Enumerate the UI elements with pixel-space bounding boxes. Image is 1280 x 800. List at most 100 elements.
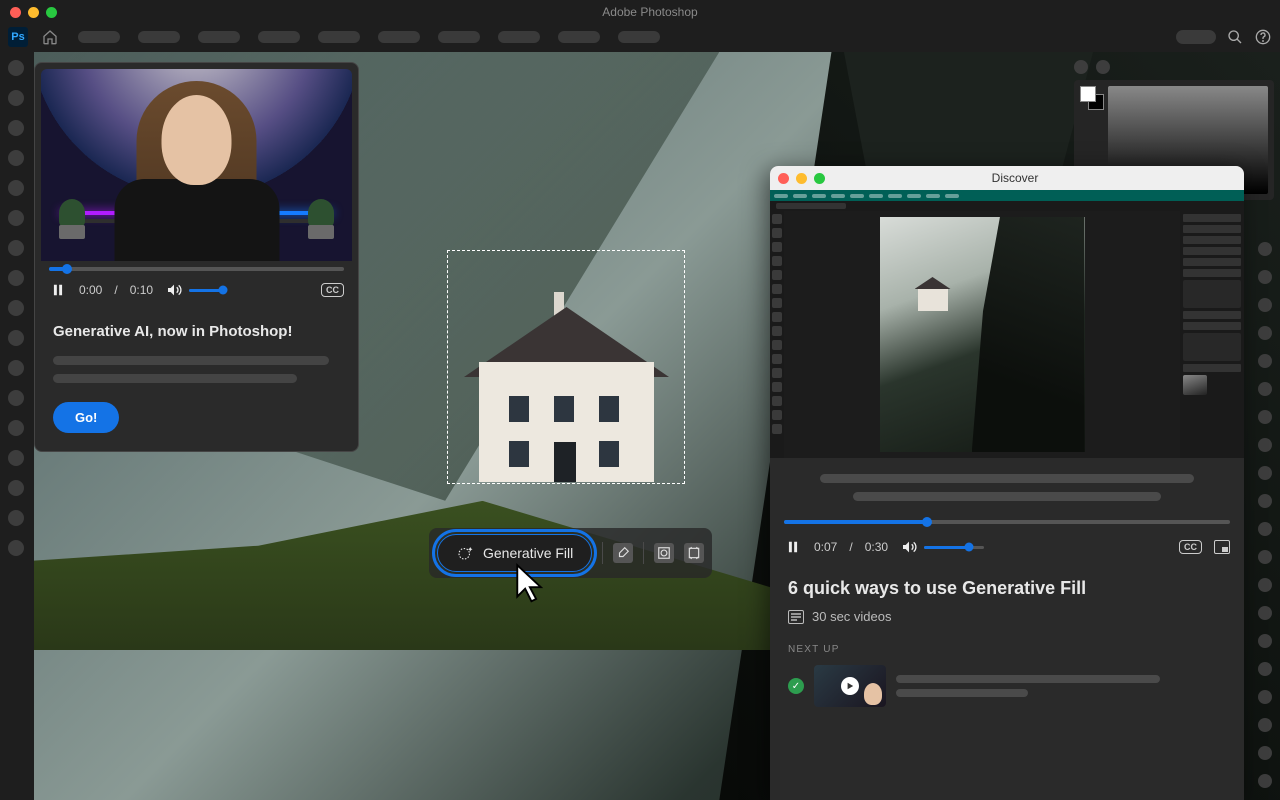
tool-button[interactable] [8, 480, 24, 496]
close-window-button[interactable] [778, 173, 789, 184]
description-line [820, 474, 1194, 483]
panel-tab[interactable] [1258, 354, 1272, 368]
color-swatch[interactable] [1080, 86, 1104, 110]
picture-in-picture-icon[interactable] [1214, 540, 1230, 554]
progress-knob[interactable] [62, 264, 72, 274]
minimize-window-button[interactable] [28, 7, 39, 18]
tool-button[interactable] [8, 540, 24, 556]
next-up-label: NEXT UP [788, 644, 1226, 655]
tool-button[interactable] [8, 390, 24, 406]
maximize-window-button[interactable] [46, 7, 57, 18]
go-button[interactable]: Go! [53, 402, 119, 433]
closed-captions-button[interactable]: CC [321, 283, 344, 297]
menu-item[interactable] [558, 31, 600, 43]
panel-tab[interactable] [1258, 298, 1272, 312]
menu-item[interactable] [378, 31, 420, 43]
volume-icon[interactable] [900, 538, 918, 556]
tool-button[interactable] [8, 150, 24, 166]
closed-captions-button[interactable]: CC [1179, 540, 1202, 554]
maximize-window-button[interactable] [814, 173, 825, 184]
tool-button[interactable] [8, 60, 24, 76]
menu-item[interactable] [438, 31, 480, 43]
tool-button[interactable] [8, 210, 24, 226]
discover-video-title: 6 quick ways to use Generative Fill [788, 578, 1226, 599]
panel-tab[interactable] [1258, 494, 1272, 508]
panel-tab[interactable] [1258, 634, 1272, 648]
close-window-button[interactable] [10, 7, 21, 18]
next-title-line [896, 675, 1160, 683]
menubar: Ps [0, 24, 1280, 50]
pause-button[interactable] [784, 538, 802, 556]
volume-control [900, 538, 984, 556]
panel-tab[interactable] [1258, 662, 1272, 676]
panel-tab[interactable] [1258, 550, 1272, 564]
panel-tab[interactable] [1258, 410, 1272, 424]
tool-button[interactable] [8, 420, 24, 436]
menu-item[interactable] [78, 31, 120, 43]
share-button[interactable] [1176, 30, 1216, 44]
window-controls [10, 7, 57, 18]
volume-slider[interactable] [924, 546, 984, 549]
panel-tab[interactable] [1258, 690, 1272, 704]
panel-tab[interactable] [1074, 60, 1088, 74]
tool-button[interactable] [8, 300, 24, 316]
discover-video[interactable] [770, 190, 1244, 458]
transform-icon[interactable] [684, 543, 704, 563]
duration: 0:30 [865, 540, 888, 554]
next-up-item[interactable]: ✓ [788, 665, 1226, 707]
volume-slider[interactable] [189, 289, 227, 292]
home-icon[interactable] [40, 27, 60, 47]
marquee-selection[interactable] [447, 250, 685, 484]
menu-item[interactable] [618, 31, 660, 43]
generative-fill-button[interactable]: Generative Fill [437, 534, 592, 572]
pause-button[interactable] [49, 281, 67, 299]
panel-tab[interactable] [1258, 606, 1272, 620]
panel-tab[interactable] [1258, 774, 1272, 788]
photoshop-logo[interactable]: Ps [8, 27, 28, 47]
help-icon[interactable] [1254, 28, 1272, 46]
discover-video-controls: 0:07 / 0:30 CC [770, 516, 1244, 566]
menu-item[interactable] [138, 31, 180, 43]
next-thumbnail[interactable] [814, 665, 886, 707]
tool-button[interactable] [8, 510, 24, 526]
menu-item[interactable] [258, 31, 300, 43]
brush-icon[interactable] [613, 543, 633, 563]
description-line [53, 374, 297, 383]
check-icon: ✓ [788, 678, 804, 694]
video-progress-slider[interactable] [784, 520, 1230, 524]
description-line [53, 356, 329, 365]
discover-panel: Discover [770, 166, 1244, 800]
tool-button[interactable] [8, 180, 24, 196]
panel-tab[interactable] [1258, 326, 1272, 340]
minimize-window-button[interactable] [796, 173, 807, 184]
panel-tab[interactable] [1096, 60, 1110, 74]
panel-tab[interactable] [1258, 466, 1272, 480]
tool-button[interactable] [8, 450, 24, 466]
tutorial-video-thumbnail[interactable] [41, 69, 352, 261]
tool-button[interactable] [8, 90, 24, 106]
tool-rail [0, 52, 32, 556]
panel-tab[interactable] [1258, 242, 1272, 256]
tool-button[interactable] [8, 270, 24, 286]
menu-item[interactable] [198, 31, 240, 43]
tool-button[interactable] [8, 240, 24, 256]
menu-item[interactable] [318, 31, 360, 43]
panel-tab[interactable] [1258, 382, 1272, 396]
tool-button[interactable] [8, 360, 24, 376]
panel-tab[interactable] [1258, 746, 1272, 760]
menu-item[interactable] [498, 31, 540, 43]
video-progress-slider[interactable] [49, 267, 344, 271]
tool-button[interactable] [8, 120, 24, 136]
volume-icon[interactable] [165, 281, 183, 299]
progress-knob[interactable] [922, 517, 932, 527]
panel-tab[interactable] [1258, 270, 1272, 284]
panel-tab-dock [1258, 242, 1272, 800]
panel-tab[interactable] [1258, 522, 1272, 536]
divider [602, 542, 603, 564]
search-icon[interactable] [1226, 28, 1244, 46]
tool-button[interactable] [8, 330, 24, 346]
panel-tab[interactable] [1258, 578, 1272, 592]
mask-icon[interactable] [654, 543, 674, 563]
panel-tab[interactable] [1258, 438, 1272, 452]
panel-tab[interactable] [1258, 718, 1272, 732]
